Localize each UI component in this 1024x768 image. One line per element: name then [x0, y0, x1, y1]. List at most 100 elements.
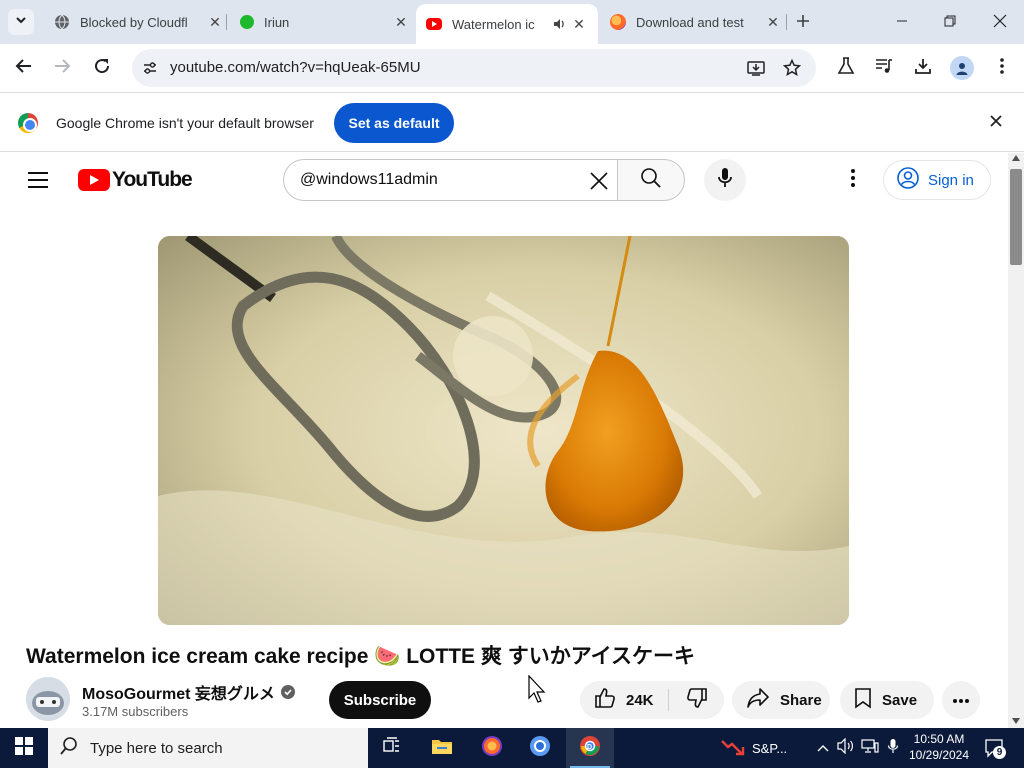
youtube-settings-button[interactable]: [842, 168, 864, 192]
save-button[interactable]: Save: [840, 681, 934, 719]
chrome-logo-icon: [18, 113, 38, 133]
guide-menu-button[interactable]: [28, 171, 50, 189]
volume-button[interactable]: [837, 737, 855, 757]
labs-button[interactable]: [834, 56, 858, 80]
tab-download[interactable]: Download and test ✕: [602, 4, 782, 40]
profile-avatar-icon: [950, 56, 974, 80]
verified-check-icon: [280, 685, 295, 699]
back-button[interactable]: [10, 54, 38, 82]
like-button[interactable]: 24K: [580, 681, 668, 719]
clock-time: 10:50 AM: [913, 732, 965, 746]
youtube-play-icon: [78, 169, 110, 191]
scroll-up-arrow-icon[interactable]: [1012, 155, 1020, 161]
channel-name[interactable]: MosoGourmet 妄想グルメ: [82, 680, 295, 704]
close-icon[interactable]: ✕: [206, 13, 224, 31]
close-icon[interactable]: ✕: [764, 13, 782, 31]
search-icon: [640, 167, 662, 194]
restore-button[interactable]: [926, 0, 974, 44]
share-arrow-icon: [746, 687, 770, 713]
video-frame-image: [158, 236, 849, 625]
more-actions-button[interactable]: [942, 681, 980, 719]
youtube-wordmark: YouTube: [112, 168, 193, 191]
address-bar[interactable]: youtube.com/watch?v=hqUeak-65MU: [132, 49, 816, 87]
new-tab-button[interactable]: [792, 11, 814, 33]
sign-in-button[interactable]: Sign in: [883, 160, 991, 200]
tab-iriun[interactable]: Iriun ✕: [230, 4, 410, 40]
profile-button[interactable]: [950, 56, 974, 80]
taskbar-search-box[interactable]: Type here to search: [48, 728, 368, 768]
show-hidden-icons-button[interactable]: [814, 739, 832, 757]
reload-button[interactable]: [88, 54, 116, 82]
task-view-icon: [382, 736, 402, 760]
share-button[interactable]: Share: [732, 681, 830, 719]
close-window-button[interactable]: [976, 0, 1024, 44]
file-explorer-button[interactable]: [418, 728, 466, 768]
install-app-icon[interactable]: [746, 58, 766, 78]
set-as-default-button[interactable]: Set as default: [334, 103, 454, 143]
youtube-page: YouTube @windows11admin Sign in Watermel…: [0, 153, 1008, 728]
firefox-icon: [610, 14, 626, 30]
speaker-icon[interactable]: [550, 15, 568, 33]
video-player[interactable]: [158, 236, 849, 625]
close-icon: [990, 114, 1002, 132]
tab-watermelon[interactable]: Watermelon ic ✕: [416, 4, 598, 44]
chevron-up-icon: [817, 739, 829, 757]
microphone-tray-button[interactable]: [884, 738, 902, 757]
hamburger-icon: [28, 186, 48, 188]
chromium-icon: [529, 735, 551, 762]
media-controls-button[interactable]: [872, 56, 896, 80]
site-info-icon[interactable]: [140, 58, 160, 78]
page-scrollbar[interactable]: [1008, 153, 1024, 728]
mouse-cursor-icon: [528, 674, 548, 710]
screen: Blocked by Cloudfl ✕ Iriun ✕ Watermelon …: [0, 0, 1024, 768]
search-button[interactable]: [617, 159, 685, 201]
taskbar-clock[interactable]: 10:50 AM 10/29/2024: [906, 731, 972, 763]
more-vertical-icon: [999, 57, 1005, 80]
subscribe-button[interactable]: Subscribe: [329, 681, 431, 719]
scrollbar-thumb[interactable]: [1010, 169, 1022, 265]
forward-button[interactable]: [48, 54, 76, 82]
youtube-icon: [426, 18, 442, 30]
channel-avatar[interactable]: [26, 677, 70, 721]
minimize-button[interactable]: [878, 0, 926, 44]
video-title: Watermelon ice cream cake recipe 🍉 LOTTE…: [26, 645, 696, 668]
firefox-icon: [481, 735, 503, 762]
taskbar-search-placeholder: Type here to search: [90, 739, 223, 757]
notification-center-button[interactable]: 9: [982, 736, 1006, 760]
clear-search-icon[interactable]: [588, 170, 610, 192]
hamburger-icon: [28, 179, 48, 181]
windows-logo-icon: [15, 736, 33, 760]
globe-icon: [54, 14, 70, 30]
infobar-message: Google Chrome isn't your default browser: [56, 115, 314, 131]
downloads-button[interactable]: [911, 56, 935, 80]
scroll-down-arrow-icon[interactable]: [1012, 718, 1020, 724]
browser-toolbar: youtube.com/watch?v=hqUeak-65MU: [0, 44, 1024, 92]
tab-cloudflare[interactable]: Blocked by Cloudfl ✕: [44, 4, 224, 40]
chromium-taskbar-button[interactable]: [516, 728, 564, 768]
youtube-logo[interactable]: YouTube: [78, 168, 193, 192]
task-view-button[interactable]: [368, 728, 416, 768]
default-browser-infobar: Google Chrome isn't your default browser…: [0, 92, 1024, 152]
dislike-button[interactable]: [669, 681, 724, 719]
firefox-taskbar-button[interactable]: [468, 728, 516, 768]
close-icon[interactable]: ✕: [392, 13, 410, 31]
chrome-menu-button[interactable]: [990, 56, 1014, 80]
infobar-close-button[interactable]: [986, 113, 1006, 133]
voice-search-button[interactable]: [704, 159, 746, 201]
restore-icon: [944, 14, 956, 30]
save-label: Save: [882, 691, 918, 709]
chrome-dev-icon: D: [579, 735, 601, 762]
bookmark-star-icon[interactable]: [782, 58, 802, 78]
more-horizontal-icon: [952, 691, 970, 709]
close-icon[interactable]: ✕: [570, 15, 588, 33]
sign-in-label: Sign in: [928, 171, 974, 189]
tab-label: Iriun: [264, 14, 290, 30]
tab-search-button[interactable]: [8, 9, 34, 35]
plus-icon: [796, 11, 810, 34]
search-input[interactable]: @windows11admin: [283, 159, 618, 201]
start-button[interactable]: [0, 728, 48, 768]
channel-name-text: MosoGourmet 妄想グルメ: [82, 686, 275, 703]
network-button[interactable]: [861, 738, 879, 757]
chrome-dev-taskbar-button[interactable]: D: [566, 728, 614, 768]
stocks-widget[interactable]: S&P...: [720, 728, 787, 768]
